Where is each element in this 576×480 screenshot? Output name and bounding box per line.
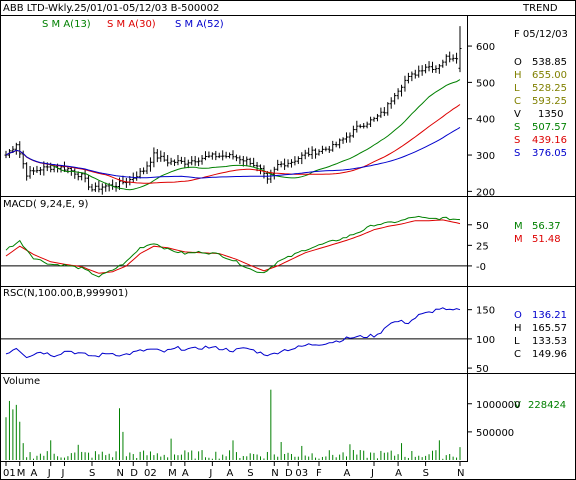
sma52-legend: S M A(52) xyxy=(175,19,224,30)
axis-ticks-layer: 200 300 400 500 600 50 25 -0 150 100 50 1000000 5000… xyxy=(467,42,521,439)
stat-volume-label: V xyxy=(514,109,521,120)
date-label: F 05/12/03 xyxy=(514,29,568,40)
stat-high-value: 655.00 xyxy=(532,70,567,81)
stat-open-value: 538.85 xyxy=(532,57,567,68)
price-bars-layer xyxy=(4,26,462,195)
x-axis-label: A xyxy=(227,468,234,479)
volume-axis-label: 1000000 xyxy=(476,400,521,411)
x-axis-label: A xyxy=(182,468,189,479)
x-axis-label: M xyxy=(17,468,26,479)
volume-panel-label: Volume xyxy=(3,376,40,387)
price-axis-label: 300 xyxy=(476,151,495,162)
stat-sma52-label: S xyxy=(514,148,520,159)
rsc-axis-label: 150 xyxy=(476,306,495,317)
x-axis-label: A xyxy=(31,468,38,479)
price-axis-label: 600 xyxy=(476,42,495,53)
sma13-line xyxy=(5,79,461,191)
chart-title: ABB LTD-Wkly.25/01/01-05/12/03 B-500002 xyxy=(3,3,219,14)
x-axis-label: J xyxy=(370,468,374,479)
macd-panel-label: MACD( 9,24,E, 9) xyxy=(3,199,89,210)
stat-low-label: L xyxy=(514,83,520,94)
stat-volume-value: 1350 xyxy=(538,109,563,120)
stat-macd-label: M xyxy=(514,221,523,232)
stat-sma13-label: S xyxy=(514,122,520,133)
stat-rsc-close-label: C xyxy=(514,349,521,360)
x-axis-label: A xyxy=(344,468,351,479)
stat-sma30-label: S xyxy=(514,135,520,146)
macd-axis-label: 50 xyxy=(476,221,489,232)
x-axis-label: 03 xyxy=(295,468,308,479)
stat-rsc-low-value: 133.53 xyxy=(532,336,567,347)
stat-close-label: C xyxy=(514,96,521,107)
trend-label: TREND xyxy=(522,3,558,14)
x-axis-label: D xyxy=(130,468,138,479)
x-axis-label: J xyxy=(208,468,212,479)
rsc-line xyxy=(5,307,461,359)
stat-rsc-open-value: 136.21 xyxy=(532,310,567,321)
stat-signal-value: 51.48 xyxy=(532,234,561,245)
macd-stats: M 56.37 M 51.48 xyxy=(514,221,561,245)
stat-open-label: O xyxy=(514,57,522,68)
stat-macd-value: 56.37 xyxy=(532,221,561,232)
macd-axis-label: 25 xyxy=(476,241,489,252)
macd-axis-label: -0 xyxy=(476,262,486,273)
price-axis-label: 200 xyxy=(476,187,495,198)
rsc-axis-label: 50 xyxy=(476,364,489,375)
stat-low-value: 528.25 xyxy=(532,83,567,94)
price-stats: O 538.85 H 655.00 L 528.25 C 593.25 V 13… xyxy=(514,57,567,159)
volume-bars-layer xyxy=(5,389,461,460)
x-axis-label: S xyxy=(423,468,429,479)
stat-rsc-high-label: H xyxy=(514,323,522,334)
stat-rsc-open-label: O xyxy=(514,310,522,321)
chart-canvas: ABB LTD-Wkly.25/01/01-05/12/03 B-500002 … xyxy=(0,0,576,480)
x-axis-label: J xyxy=(47,468,51,479)
rsc-panel-label: RSC(N,100.00,B,999901) xyxy=(3,288,128,299)
x-axis-label: J xyxy=(60,468,64,479)
x-axis-label: N xyxy=(457,468,464,479)
sma30-legend: S M A(30) xyxy=(107,19,156,30)
sma13-legend: S M A(13) xyxy=(42,19,91,30)
x-axis-label: N xyxy=(117,468,124,479)
x-axis-label: S xyxy=(247,468,253,479)
volume-stats: V 228424 xyxy=(514,400,566,411)
x-axis-label: 01 xyxy=(3,468,16,479)
macd-signal-line xyxy=(5,219,461,274)
x-axis-layer: 01 M A J J S N D 02 M A J A S N D 03 F A J A S N xyxy=(3,462,464,479)
stat-signal-label: M xyxy=(514,234,523,245)
price-axis-label: 400 xyxy=(476,115,495,126)
x-axis-label: M xyxy=(168,468,177,479)
x-axis-label: S xyxy=(89,468,95,479)
volume-axis-label: 500000 xyxy=(476,428,514,439)
stat-rsc-low-label: L xyxy=(514,336,520,347)
stat-rsc-high-value: 165.57 xyxy=(532,323,567,334)
stat-vol-value: 228424 xyxy=(528,400,566,411)
stat-close-value: 593.25 xyxy=(532,96,567,107)
rsc-axis-label: 100 xyxy=(476,335,495,346)
x-axis-label: F xyxy=(316,468,322,479)
price-axis-label: 500 xyxy=(476,78,495,89)
x-axis-label: D xyxy=(285,468,293,479)
stock-chart-window: ABB LTD-Wkly.25/01/01-05/12/03 B-500002 … xyxy=(0,0,576,480)
stat-sma52-value: 376.05 xyxy=(532,148,567,159)
stat-sma13-value: 507.57 xyxy=(532,122,567,133)
x-axis-label: 02 xyxy=(144,468,157,479)
indicator-lines-layer xyxy=(0,79,467,359)
stat-rsc-close-value: 149.96 xyxy=(532,349,567,360)
stat-high-label: H xyxy=(514,70,522,81)
x-axis-label: A xyxy=(395,468,402,479)
x-axis-label: N xyxy=(271,468,278,479)
rsc-stats: O 136.21 H 165.57 L 133.53 C 149.96 xyxy=(514,310,567,360)
stat-sma30-value: 439.16 xyxy=(532,135,567,146)
